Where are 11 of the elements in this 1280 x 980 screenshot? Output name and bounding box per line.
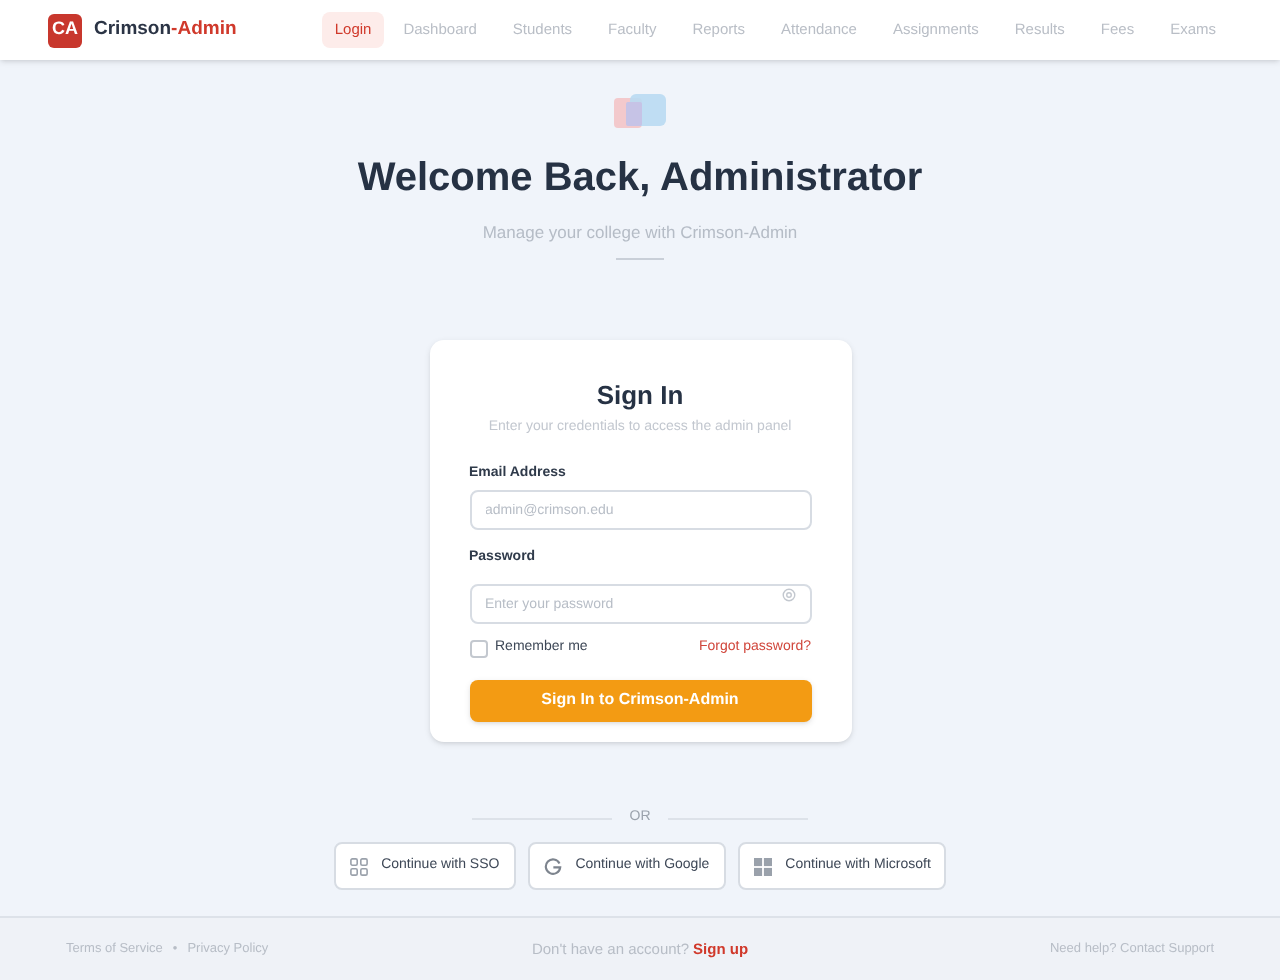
page-title: Welcome Back, Administrator: [357, 154, 923, 204]
page-subtitle: Manage your college with Crimson-Admin: [482, 220, 798, 246]
grid-icon: [349, 857, 368, 876]
remember-checkbox[interactable]: [469, 640, 487, 658]
brand-name: Crimson-Admin: [94, 15, 237, 44]
google-icon: [543, 857, 562, 876]
eye-icon[interactable]: [781, 588, 795, 603]
logo-badge: CA: [48, 13, 82, 47]
sign-in-button[interactable]: Sign In to Crimson-Admin: [469, 679, 811, 722]
card-title: Sign In: [596, 377, 684, 414]
windows-icon: [753, 857, 772, 876]
